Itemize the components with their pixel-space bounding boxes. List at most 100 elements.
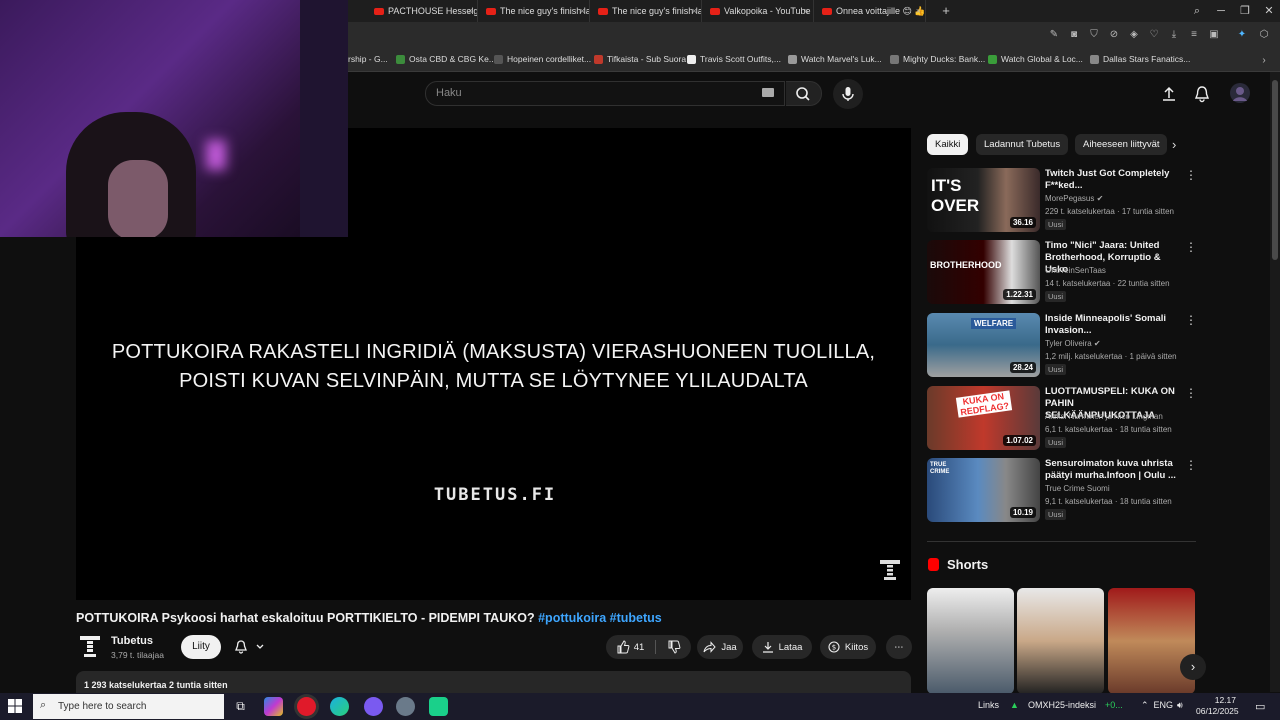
channel-name[interactable]: Tyler Oliveira ✔: [1045, 339, 1101, 348]
copilot-icon[interactable]: [264, 697, 283, 716]
camera-icon[interactable]: ◙: [1067, 28, 1081, 42]
video-title[interactable]: Inside Minneapolis' Somali Invasion...: [1045, 313, 1180, 337]
channel-name[interactable]: OhoTeinSenTaas: [1045, 266, 1106, 275]
hashtags-link[interactable]: #pottukoira #tubetus: [538, 611, 662, 625]
search-input[interactable]: Haku: [425, 81, 785, 106]
bookmark-item[interactable]: Tifkaista - Sub Suora: [594, 54, 686, 64]
search-tabs-icon[interactable]: ⌕: [1185, 0, 1209, 22]
language-indicator[interactable]: ENG: [1151, 700, 1173, 710]
edit-icon[interactable]: ✎: [1047, 28, 1061, 42]
thanks-button[interactable]: $ Kiitos: [820, 635, 876, 659]
channel-name[interactable]: True Crime Suomi: [1045, 484, 1110, 493]
browser-tab[interactable]: The nice guy's finish last ×: [592, 0, 702, 22]
close-tab-icon[interactable]: ×: [916, 6, 921, 16]
short-thumbnail[interactable]: [1017, 588, 1104, 694]
video-thumbnail[interactable]: KUKA ON REDFLAG? 1.07.02: [927, 386, 1040, 450]
cube-outline-icon[interactable]: ⬡: [1257, 28, 1271, 42]
keyboard-icon[interactable]: [762, 88, 774, 97]
bookmarks-more-icon[interactable]: ›: [1257, 54, 1271, 68]
chip-all[interactable]: Kaikki: [927, 134, 969, 155]
more-vert-icon[interactable]: ⋮: [1185, 387, 1197, 399]
avatar[interactable]: [1230, 83, 1250, 103]
close-tab-icon[interactable]: ×: [580, 6, 585, 16]
video-thumbnail[interactable]: IT'S OVER 36.16: [927, 168, 1040, 232]
subscription-bell-button[interactable]: [227, 635, 273, 659]
recommended-video[interactable]: KUKA ON REDFLAG? 1.07.02 LUOTTAMUSPELI: …: [927, 386, 1197, 450]
bookmark-item[interactable]: Hopeinen cordelliket...: [494, 54, 591, 64]
task-view-icon[interactable]: ⧉: [231, 697, 250, 716]
taskbar-clock[interactable]: 12.17 06/12/2025: [1196, 695, 1239, 717]
voice-search-button[interactable]: [833, 79, 863, 109]
browser-tab[interactable]: PACTHOUSE Hesselgren m×: [368, 0, 478, 22]
bookmark-item[interactable]: rship - G...: [348, 54, 388, 64]
notification-center-icon[interactable]: ▭: [1255, 700, 1265, 713]
close-tab-icon[interactable]: ×: [692, 6, 697, 16]
bookmark-item[interactable]: Osta CBD & CBG Ke...: [396, 54, 496, 64]
minimize-button[interactable]: ─: [1209, 0, 1233, 22]
bookmark-item[interactable]: Travis Scott Outfits,...: [687, 54, 781, 64]
browser-tab[interactable]: The nice guy's finish last ×: [480, 0, 590, 22]
join-button[interactable]: Liity: [181, 635, 221, 659]
share-button[interactable]: Jaa: [697, 635, 743, 659]
bookmark-item[interactable]: Mighty Ducks: Bank...: [890, 54, 985, 64]
heart-icon[interactable]: ♡: [1147, 28, 1161, 42]
video-thumbnail[interactable]: WELFARE 28.24: [927, 313, 1040, 377]
notifications-icon[interactable]: [1193, 85, 1211, 103]
cube-icon[interactable]: ◈: [1127, 28, 1141, 42]
recommended-video[interactable]: BROTHERHOOD 1.22.31 Timo "Nici" Jaara: U…: [927, 240, 1197, 304]
menu-icon[interactable]: ≡: [1187, 28, 1201, 42]
channel-name[interactable]: Aleksi Nurminen ja Nico Lingman: [1045, 412, 1163, 421]
search-button[interactable]: [786, 81, 822, 106]
close-window-button[interactable]: ✕: [1257, 0, 1280, 22]
edge-icon[interactable]: [330, 697, 349, 716]
app-icon[interactable]: [396, 697, 415, 716]
more-vert-icon[interactable]: ⋮: [1185, 314, 1197, 326]
discord-icon[interactable]: [364, 697, 383, 716]
opera-icon[interactable]: [297, 697, 316, 716]
chip-related[interactable]: Aiheeseen liittyvät: [1075, 134, 1167, 155]
taskbar-search-input[interactable]: Type here to search: [33, 694, 224, 719]
recommended-video[interactable]: WELFARE 28.24 Inside Minneapolis' Somali…: [927, 313, 1197, 377]
stock-ticker[interactable]: OMXH25-indeksi: [1028, 700, 1096, 710]
chip-uploader[interactable]: Ladannut Tubetus: [976, 134, 1069, 155]
volume-icon[interactable]: 🔊︎: [1177, 700, 1183, 711]
short-thumbnail[interactable]: [1108, 588, 1195, 694]
channel-avatar[interactable]: [78, 634, 102, 660]
scrollbar-thumb[interactable]: [1272, 80, 1278, 260]
more-vert-icon[interactable]: ⋮: [1185, 169, 1197, 181]
upload-icon[interactable]: [1160, 85, 1178, 103]
video-title[interactable]: Twitch Just Got Completely F**ked...: [1045, 168, 1180, 192]
video-thumbnail[interactable]: BROTHERHOOD 1.22.31: [927, 240, 1040, 304]
channel-name[interactable]: Tubetus: [111, 635, 153, 647]
browser-tab[interactable]: Valkopoika - YouTube ×: [704, 0, 814, 22]
recommended-video[interactable]: TRUE CRIME 10.19 Sensuroimaton kuva uhri…: [927, 458, 1197, 522]
bookmark-item[interactable]: Watch Global & Loc...: [988, 54, 1083, 64]
recommended-video[interactable]: IT'S OVER 36.16 Twitch Just Got Complete…: [927, 168, 1197, 232]
block-icon[interactable]: ⊘: [1107, 28, 1121, 42]
chevron-up-icon[interactable]: ⌃: [1141, 700, 1149, 711]
chevron-right-icon[interactable]: ›: [1172, 138, 1186, 152]
channel-name[interactable]: MorePegasus ✔: [1045, 194, 1103, 203]
links-toolbar[interactable]: Links: [978, 700, 999, 710]
browser-tab[interactable]: Onnea voittajille 😊 👍🎉×: [816, 0, 926, 22]
close-tab-icon[interactable]: ×: [804, 6, 809, 16]
bookmark-item[interactable]: Dallas Stars Fanatics...: [1090, 54, 1190, 64]
chevron-right-icon[interactable]: ›: [1180, 654, 1206, 680]
extension-icon[interactable]: ✦: [1235, 28, 1249, 42]
video-thumbnail[interactable]: TRUE CRIME 10.19: [927, 458, 1040, 522]
close-tab-icon[interactable]: ×: [468, 6, 473, 16]
more-vert-icon[interactable]: ⋮: [1185, 459, 1197, 471]
video-title[interactable]: Sensuroimaton kuva uhrista päätyi murha.…: [1045, 458, 1180, 482]
new-tab-button[interactable]: +: [938, 0, 954, 22]
short-thumbnail[interactable]: [927, 588, 1014, 694]
bookmark-item[interactable]: Watch Marvel's Luk...: [788, 54, 882, 64]
shield-icon[interactable]: ⛉: [1087, 28, 1101, 42]
like-button[interactable]: 41: [616, 640, 644, 654]
more-actions-button[interactable]: ⋯: [886, 635, 912, 659]
more-vert-icon[interactable]: ⋮: [1185, 241, 1197, 253]
download-button[interactable]: Lataa: [752, 635, 812, 659]
download-icon[interactable]: ⤓: [1167, 28, 1181, 42]
windows-start-icon[interactable]: [8, 699, 22, 713]
app-icon[interactable]: [429, 697, 448, 716]
maximize-button[interactable]: ❐: [1233, 0, 1257, 22]
